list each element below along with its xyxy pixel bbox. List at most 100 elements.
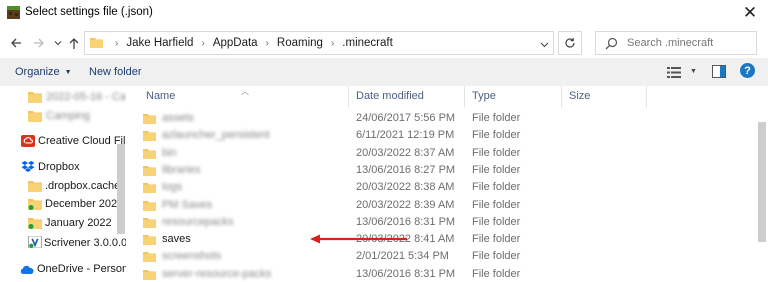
file-type: File folder (472, 129, 521, 142)
file-type: File folder (472, 146, 521, 159)
nav-item[interactable]: Scrivener 3.0.0.0 (0, 233, 126, 253)
nav-item[interactable]: January 2022 (0, 213, 126, 233)
breadcrumb-separator: › (201, 37, 205, 49)
chevron-down-icon (54, 41, 62, 46)
recent-locations-button[interactable] (50, 34, 66, 52)
minecraft-app-icon (7, 6, 20, 19)
file-name: resourcepacks (162, 215, 234, 228)
arrow-left-icon (11, 38, 21, 48)
file-date: 6/11/2021 12:19 PM (356, 129, 455, 142)
column-header-type[interactable]: Type (472, 90, 496, 102)
file-type: File folder (472, 112, 521, 124)
breadcrumb: › Jake Harfield › AppData › Roaming › .m… (107, 32, 393, 54)
caret-down-icon: ▼ (690, 67, 697, 75)
folder-icon (143, 165, 156, 176)
file-name: saves (162, 233, 191, 246)
nav-item[interactable]: December 2021 (0, 194, 126, 214)
folder-sync-icon (28, 218, 42, 229)
breadcrumb-item[interactable]: AppData (213, 37, 258, 49)
change-view-button[interactable]: ▼ (667, 65, 697, 79)
navigation-pane: 2022-05-16 - Ca Camping Creative Cloud F… (0, 86, 126, 282)
nav-item-label: 2022-05-16 - Ca (46, 91, 126, 103)
column-divider[interactable] (646, 86, 647, 108)
organize-button[interactable]: Organize ▼ (15, 66, 72, 78)
close-icon: ✕ (742, 3, 758, 22)
nav-item-label: OneDrive - Person (37, 263, 126, 275)
back-button[interactable] (8, 34, 24, 52)
file-row[interactable]: screenshots 2/01/2021 5:34 PM File folder (140, 248, 752, 265)
file-row[interactable]: assets 24/06/2017 5:56 PM File folder (140, 110, 752, 127)
file-row[interactable]: saves 20/03/2022 8:41 AM File folder (140, 231, 752, 248)
file-name: libraries (162, 163, 201, 176)
organize-label: Organize (15, 66, 60, 78)
nav-item[interactable]: .dropbox.cache (0, 176, 126, 196)
file-row[interactable]: bin 20/03/2022 8:37 AM File folder (140, 145, 752, 162)
column-divider[interactable] (561, 86, 562, 108)
scrivener-icon (28, 236, 42, 248)
breadcrumb-item[interactable]: .minecraft (342, 37, 393, 49)
nav-item-dropbox[interactable]: Dropbox (0, 157, 126, 177)
scrollbar-thumb[interactable] (758, 122, 766, 242)
file-date: 20/03/2022 8:37 AM (356, 146, 455, 159)
help-button[interactable]: ? (740, 63, 755, 78)
file-name: logs (162, 181, 183, 194)
new-folder-button[interactable]: New folder (89, 66, 142, 78)
nav-item-label: Dropbox (38, 161, 80, 173)
up-button[interactable] (66, 34, 82, 52)
file-date: 20/03/2022 8:39 AM (356, 198, 455, 211)
column-header-size[interactable]: Size (569, 90, 590, 102)
navigation-bar: › Jake Harfield › AppData › Roaming › .m… (0, 28, 768, 58)
nav-item[interactable]: Camping (0, 106, 126, 126)
search-box[interactable]: Search .minecraft (595, 31, 757, 55)
creative-cloud-icon (21, 135, 35, 147)
folder-icon (143, 269, 156, 280)
file-list-scrollbar[interactable] (756, 86, 768, 282)
file-date: 13/06/2016 8:31 PM (356, 267, 456, 280)
close-button[interactable]: ✕ (732, 0, 768, 26)
column-divider[interactable] (464, 86, 465, 108)
file-type: File folder (472, 233, 521, 246)
folder-sync-icon (28, 199, 42, 210)
nav-item-label: Creative Cloud Fil (38, 135, 126, 147)
arrow-right-icon (34, 38, 44, 48)
address-history-button[interactable] (538, 38, 550, 50)
nav-item-creative-cloud[interactable]: Creative Cloud Fil (0, 131, 126, 151)
file-row[interactable]: server-resource-packs 13/06/2016 8:31 PM F… (140, 266, 752, 282)
refresh-button[interactable] (558, 31, 582, 55)
refresh-icon (565, 38, 575, 48)
column-divider[interactable] (348, 86, 349, 108)
nav-pane-scrollbar[interactable] (117, 96, 125, 282)
file-name: screenshots (162, 250, 222, 263)
preview-pane-icon[interactable] (712, 65, 726, 78)
nav-item[interactable]: 2022-05-16 - Ca (0, 87, 126, 107)
file-type: File folder (472, 198, 521, 211)
file-name: server-resource-packs (162, 267, 272, 280)
folder-icon (90, 38, 103, 48)
file-row[interactable]: resourcepacks 13/06/2016 8:31 PM File fold… (140, 214, 752, 231)
forward-button[interactable] (31, 34, 47, 52)
nav-item-onedrive[interactable]: OneDrive - Person (0, 259, 126, 279)
file-row[interactable]: azlauncher_persistent 6/11/2021 12:19 PM F… (140, 127, 752, 144)
file-date: 13/06/2016 8:31 PM (356, 215, 456, 228)
address-bar[interactable]: › Jake Harfield › AppData › Roaming › .m… (84, 31, 554, 55)
scrollbar-thumb[interactable] (117, 144, 125, 234)
column-header-name[interactable]: Name (146, 90, 175, 102)
title-bar: Select settings file (.json) ✕ (0, 0, 768, 26)
folder-icon (28, 181, 42, 192)
folder-icon (143, 148, 156, 159)
file-row[interactable]: libraries 13/06/2016 8:27 PM File folder (140, 162, 752, 179)
breadcrumb-separator: › (330, 37, 335, 49)
file-name: assets (162, 112, 194, 124)
file-date: 24/06/2017 5:56 PM (356, 112, 456, 124)
search-input[interactable]: Search .minecraft (627, 37, 713, 49)
breadcrumb-item[interactable]: Jake Harfield (126, 37, 193, 49)
file-row[interactable]: PM Saves 20/03/2022 8:39 AM File folder (140, 197, 752, 214)
column-header-date[interactable]: Date modified (356, 90, 424, 102)
nav-item-label: December 2021 (45, 198, 124, 210)
nav-item-label: Camping (46, 110, 91, 122)
file-row[interactable]: logs 20/03/2022 8:38 AM File folder (140, 179, 752, 196)
breadcrumb-item[interactable]: Roaming (277, 37, 323, 49)
sort-caret-icon: ︿ (241, 87, 249, 96)
folder-icon (28, 111, 42, 122)
folder-icon (28, 92, 42, 103)
